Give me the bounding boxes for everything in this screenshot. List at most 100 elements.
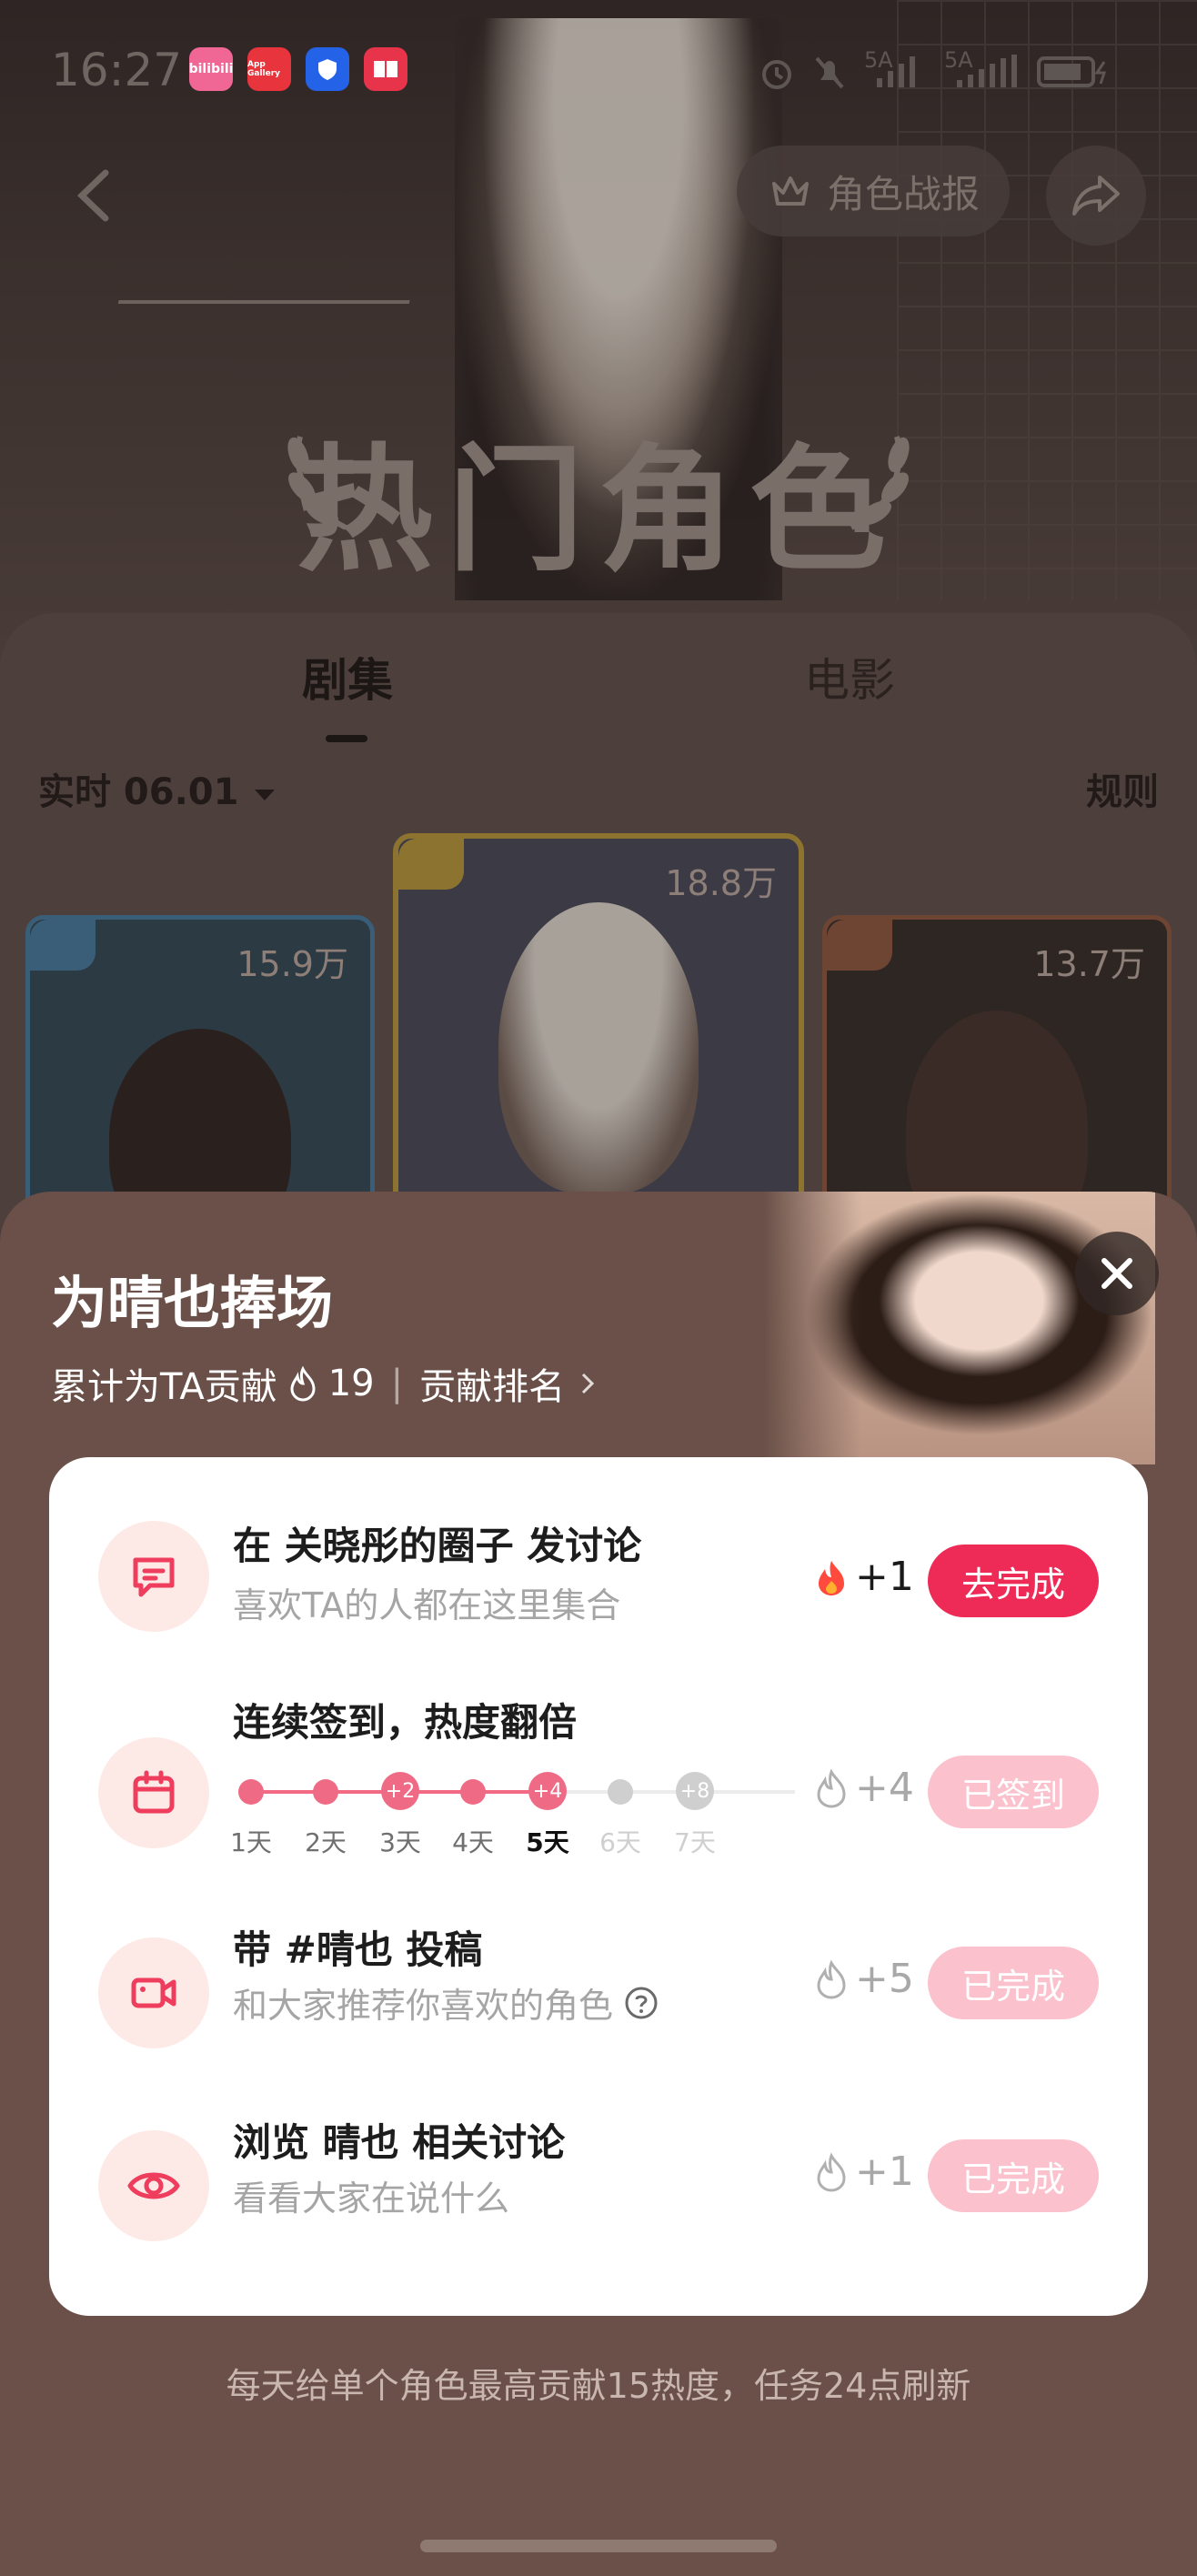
- character-report-button[interactable]: 角色战报: [737, 146, 1010, 236]
- streak-label-day-4: 4天: [452, 1827, 494, 1857]
- close-icon: [1101, 1258, 1132, 1289]
- rules-link[interactable]: 规则: [1086, 762, 1159, 815]
- tab-movies[interactable]: 电影: [804, 644, 895, 709]
- comment-icon: [98, 1521, 209, 1632]
- flame-outline-icon: [817, 1768, 846, 1808]
- task-description: 喜欢TA的人都在这里集合: [233, 1585, 621, 1625]
- checkin-streak: +2 +4 +8 1天 2天 3天 4天 5天 6天 7天: [230, 1766, 797, 1857]
- caret-down-icon: [255, 790, 276, 800]
- calendar-icon: [98, 1737, 209, 1848]
- eye-icon: [98, 2130, 209, 2241]
- task-item: 浏览 晴也 相关讨论 看看大家在说什么 +1 已完成: [49, 2112, 1148, 2285]
- flame-outline-icon: [817, 1959, 846, 1999]
- hero-title: 热门角色: [296, 432, 900, 590]
- status-bar: 16:27 bilibili App Gallery 5A 5A: [0, 0, 1197, 146]
- battery-icon: [1037, 53, 1128, 89]
- streak-dot-day-1: [238, 1779, 264, 1805]
- task-completed-button[interactable]: 已完成: [928, 1947, 1099, 2019]
- rank-heat-2: 15.9万: [236, 944, 348, 984]
- date-selector-label: 实时 06.01: [38, 771, 239, 813]
- rank-card-3[interactable]: 13.7万: [822, 915, 1172, 1215]
- streak-dot-day-6: [608, 1779, 633, 1805]
- task-title: 浏览 晴也 相关讨论: [233, 2120, 566, 2165]
- alarm-icon: [757, 53, 797, 89]
- hero-hanger-shape: [99, 300, 410, 409]
- chevron-left-icon: [76, 169, 109, 222]
- flame-icon: [290, 1365, 316, 1402]
- character-photo: [764, 1192, 1155, 1464]
- video-icon: [98, 1937, 209, 2048]
- back-button[interactable]: [55, 155, 136, 236]
- task-reward-value: +5: [855, 1956, 914, 2002]
- flame-icon: [819, 1560, 844, 1595]
- task-completed-button[interactable]: 已完成: [928, 2139, 1099, 2212]
- task-list-card: 在 关晓彤的圈子 发讨论 喜欢TA的人都在这里集合 +1 去完成 连续签到，热度…: [49, 1457, 1148, 2316]
- contribution-summary: 累计为TA贡献 19 | 贡献排名: [51, 1357, 601, 1410]
- streak-label-day-5: 5天: [526, 1827, 569, 1857]
- task-reward-value: +4: [855, 1765, 914, 1811]
- tab-selected-indicator: [326, 735, 367, 742]
- rank-badge-1: [398, 839, 464, 890]
- streak-label-day-7: 7天: [674, 1827, 716, 1857]
- status-time: 16:27: [51, 44, 183, 96]
- app-gallery-label: App Gallery: [247, 60, 281, 78]
- task-description: 看看大家在说什么: [233, 2179, 510, 2219]
- rank-card-2[interactable]: 15.9万: [25, 915, 375, 1215]
- support-bottom-sheet: 为晴也捧场 累计为TA贡献 19 | 贡献排名 在 关晓彤的圈子 发讨论 喜欢T…: [0, 1192, 1197, 2576]
- bilibili-label: bilibili: [188, 62, 234, 76]
- task-description-text: 和大家推荐你喜欢的角色: [233, 1986, 614, 2026]
- rank-card-portrait: [906, 1011, 1088, 1211]
- rank-card-1[interactable]: 18.8万: [393, 833, 804, 1215]
- rank-card-portrait: [498, 902, 699, 1193]
- streak-label-day-6: 6天: [599, 1827, 641, 1857]
- task-item: 在 关晓彤的圈子 发讨论 喜欢TA的人都在这里集合 +1 去完成: [49, 1494, 1148, 1666]
- streak-dot-day-7: +8: [676, 1772, 714, 1810]
- footer-note: 每天给单个角色最高贡献15热度，任务24点刷新: [226, 2366, 971, 2406]
- streak-label-day-2: 2天: [305, 1827, 347, 1857]
- streak-dot-day-2: [313, 1779, 338, 1805]
- task-title: 在 关晓彤的圈子 发讨论: [233, 1524, 642, 1568]
- signal-icon: [873, 53, 924, 89]
- home-indicator[interactable]: [420, 2540, 777, 2552]
- help-icon[interactable]: [624, 1986, 659, 2020]
- crown-icon: [771, 176, 809, 206]
- character-report-label: 角色战报: [826, 171, 980, 216]
- separator: |: [390, 1363, 404, 1404]
- share-icon: [1072, 176, 1120, 216]
- security-icon: [306, 47, 349, 91]
- streak-label-day-3: 3天: [379, 1827, 421, 1857]
- rank-card-portrait: [109, 1029, 291, 1211]
- task-item: 带 #晴也 投稿 和大家推荐你喜欢的角色 +5 已完成: [49, 1919, 1148, 2092]
- task-go-complete-button[interactable]: 去完成: [928, 1545, 1099, 1617]
- bilibili-icon: bilibili: [189, 47, 233, 91]
- streak-dot-day-4: [460, 1779, 486, 1805]
- rank-heat-3: 13.7万: [1033, 944, 1145, 984]
- streak-dot-day-3: +2: [381, 1772, 419, 1810]
- task-reward-value: +1: [855, 1554, 914, 1600]
- streak-label-day-1: 1天: [230, 1827, 272, 1857]
- tab-series[interactable]: 剧集: [302, 644, 393, 709]
- flame-outline-icon: [817, 2152, 846, 2192]
- task-checked-in-button[interactable]: 已签到: [928, 1756, 1099, 1828]
- rank-badge-3: [827, 920, 892, 971]
- date-selector[interactable]: 实时 06.01: [38, 762, 278, 815]
- mute-icon: [810, 53, 850, 89]
- task-reward-value: +1: [855, 2148, 914, 2195]
- sheet-title: 为晴也捧场: [51, 1270, 334, 1336]
- share-button[interactable]: [1046, 146, 1146, 246]
- task-title: 连续签到，热度翻倍: [233, 1700, 578, 1745]
- task-title: 带 #晴也 投稿: [233, 1927, 483, 1972]
- rank-heat-1: 18.8万: [665, 863, 777, 903]
- rank-badge-2: [30, 920, 96, 971]
- streak-dot-day-5: +4: [528, 1772, 567, 1810]
- task-item: 连续签到，热度翻倍 +2 +4 +8 1天 2天 3天 4天 5天 6天 7天: [49, 1692, 1148, 1883]
- chevron-right-icon: [582, 1373, 595, 1394]
- app-gallery-icon: App Gallery: [247, 47, 291, 91]
- reader-icon: [364, 47, 407, 91]
- task-description: 和大家推荐你喜欢的角色: [233, 1977, 659, 2028]
- signal-icon-2: [953, 53, 1021, 89]
- contribution-value: 19: [327, 1363, 375, 1404]
- contribution-ranking-link[interactable]: 贡献排名: [419, 1357, 565, 1410]
- close-button[interactable]: [1075, 1232, 1159, 1315]
- contribution-label: 累计为TA贡献: [51, 1366, 277, 1408]
